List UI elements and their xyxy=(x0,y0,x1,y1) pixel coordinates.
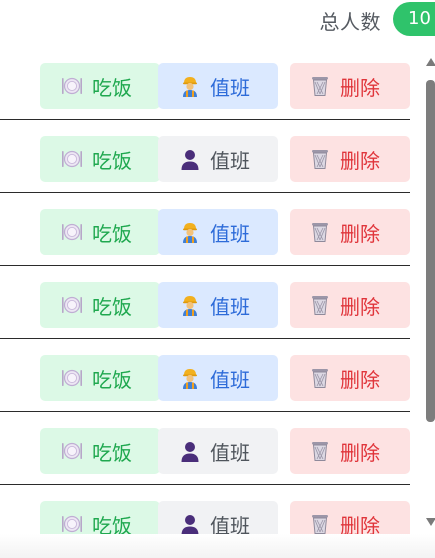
person-silhouette-icon xyxy=(179,513,201,534)
worker-icon xyxy=(179,367,201,389)
eat-button[interactable]: 吃饭 xyxy=(40,282,160,328)
eat-button[interactable]: 吃饭 xyxy=(40,209,160,255)
person-silhouette-icon xyxy=(179,148,201,170)
plate-icon xyxy=(61,148,83,170)
worker-icon xyxy=(179,75,201,97)
delete-button-label: 删除 xyxy=(340,367,380,392)
eat-button[interactable]: 吃饭 xyxy=(40,136,160,182)
plate-icon xyxy=(61,75,83,97)
total-people-label: 总人数 xyxy=(319,10,381,34)
delete-button[interactable]: 删除 xyxy=(290,282,410,328)
list-row: 吃饭 值班 删除 xyxy=(0,339,410,412)
total-count-badge: 10 xyxy=(393,2,435,36)
duty-button-label: 值班 xyxy=(210,148,250,173)
eat-button-label: 吃饭 xyxy=(92,221,132,246)
total-header: 总人数 10 xyxy=(0,0,435,40)
duty-button-label: 值班 xyxy=(210,367,250,392)
trash-icon xyxy=(309,148,331,170)
eat-button-label: 吃饭 xyxy=(92,75,132,100)
eat-button-label: 吃饭 xyxy=(92,148,132,173)
delete-button-label: 删除 xyxy=(340,513,380,535)
duty-button-label: 值班 xyxy=(210,294,250,319)
delete-button[interactable]: 删除 xyxy=(290,63,410,109)
trash-icon xyxy=(309,294,331,316)
people-list[interactable]: 吃饭 值班 删除 吃饭 值班 删除 吃饭 值班 删除 吃饭 值班 删除 吃饭 值班 删除 吃饭 值班 删除 吃饭 值班… xyxy=(0,47,426,534)
delete-button[interactable]: 删除 xyxy=(290,355,410,401)
list-row: 吃饭 值班 删除 xyxy=(0,193,410,266)
trash-icon xyxy=(309,367,331,389)
trash-icon xyxy=(309,440,331,462)
plate-icon xyxy=(61,513,83,534)
delete-button[interactable]: 删除 xyxy=(290,209,410,255)
plate-icon xyxy=(61,440,83,462)
eat-button-label: 吃饭 xyxy=(92,294,132,319)
eat-button[interactable]: 吃饭 xyxy=(40,428,160,474)
worker-icon xyxy=(179,294,201,316)
eat-button[interactable]: 吃饭 xyxy=(40,63,160,109)
duty-button[interactable]: 值班 xyxy=(158,282,278,328)
delete-button-label: 删除 xyxy=(340,148,380,173)
duty-button[interactable]: 值班 xyxy=(158,209,278,255)
trash-icon xyxy=(309,221,331,243)
eat-button[interactable]: 吃饭 xyxy=(40,355,160,401)
eat-button-label: 吃饭 xyxy=(92,513,132,535)
duty-button[interactable]: 值班 xyxy=(158,501,278,534)
delete-button-label: 删除 xyxy=(340,440,380,465)
duty-button-label: 值班 xyxy=(210,513,250,535)
app-page: 总人数 10 吃饭 值班 删除 吃饭 值班 删除 吃饭 值班 删除 吃饭 值班 删除 吃饭 值班 删除 吃饭值… xyxy=(0,0,435,558)
duty-button[interactable]: 值班 xyxy=(158,136,278,182)
scroll-thumb[interactable] xyxy=(426,80,435,422)
duty-button[interactable]: 值班 xyxy=(158,63,278,109)
scroll-up-arrow-icon[interactable] xyxy=(426,58,435,66)
person-silhouette-icon xyxy=(179,440,201,462)
plate-icon xyxy=(61,294,83,316)
list-row: 吃饭 值班 删除 xyxy=(0,485,410,534)
duty-button-label: 值班 xyxy=(210,221,250,246)
scroll-down-arrow-icon[interactable] xyxy=(426,518,435,526)
list-row: 吃饭 值班 删除 xyxy=(0,266,410,339)
delete-button[interactable]: 删除 xyxy=(290,501,410,534)
duty-button[interactable]: 值班 xyxy=(158,428,278,474)
trash-icon xyxy=(309,75,331,97)
delete-button-label: 删除 xyxy=(340,221,380,246)
delete-button[interactable]: 删除 xyxy=(290,136,410,182)
list-row: 吃饭 值班 删除 xyxy=(0,120,410,193)
eat-button-label: 吃饭 xyxy=(92,440,132,465)
eat-button[interactable]: 吃饭 xyxy=(40,501,160,534)
duty-button-label: 值班 xyxy=(210,440,250,465)
duty-button-label: 值班 xyxy=(210,75,250,100)
bottom-fade xyxy=(0,534,435,558)
delete-button-label: 删除 xyxy=(340,294,380,319)
list-row: 吃饭 值班 删除 xyxy=(0,47,410,120)
plate-icon xyxy=(61,367,83,389)
vertical-scrollbar[interactable] xyxy=(425,58,435,528)
delete-button-label: 删除 xyxy=(340,75,380,100)
plate-icon xyxy=(61,221,83,243)
list-row: 吃饭 值班 删除 xyxy=(0,412,410,485)
delete-button[interactable]: 删除 xyxy=(290,428,410,474)
eat-button-label: 吃饭 xyxy=(92,367,132,392)
duty-button[interactable]: 值班 xyxy=(158,355,278,401)
worker-icon xyxy=(179,221,201,243)
trash-icon xyxy=(309,513,331,534)
